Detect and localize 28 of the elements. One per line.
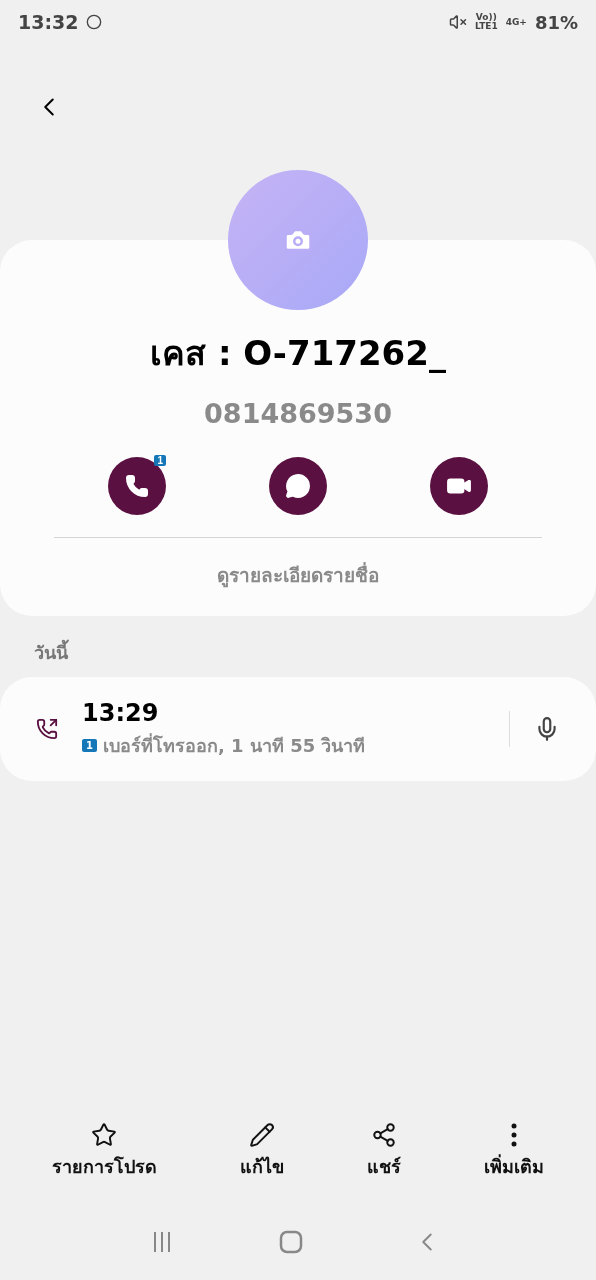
phone-number: 0814869530: [204, 398, 392, 429]
star-action[interactable]: รายการโปรด: [45, 1121, 163, 1182]
call-log-entry[interactable]: 13:29 1 เบอร์ที่โทรออก, 1 นาที 55 วินาที: [0, 677, 596, 781]
call-button[interactable]: 1: [108, 457, 166, 515]
mute-icon: [448, 13, 467, 31]
call-time: 13:29: [82, 698, 160, 727]
star-icon: [91, 1122, 118, 1148]
volte-label: Vo)) LTE1: [474, 13, 498, 31]
pencil-icon: [248, 1122, 275, 1148]
status-time: 13:32: [18, 11, 79, 33]
edit-action[interactable]: แก้ไข: [233, 1121, 290, 1182]
outgoing-call-icon: [36, 718, 58, 740]
share-action[interactable]: แชร์: [361, 1121, 408, 1182]
share-icon: [371, 1122, 398, 1148]
call-description: เบอร์ที่โทรออก, 1 นาที 55 วินาที: [102, 732, 366, 758]
sim-badge: 1: [154, 455, 166, 466]
contact-name: เคส : O-717262_: [150, 332, 446, 375]
more-action[interactable]: เพิ่มเติม: [478, 1121, 551, 1182]
message-button[interactable]: [269, 457, 327, 515]
more-icon: [511, 1123, 518, 1147]
network-label: 4G+: [505, 17, 527, 27]
sim-badge: 1: [82, 738, 97, 752]
battery-percent: 81%: [534, 11, 578, 33]
phone-icon: [125, 474, 149, 498]
home-icon[interactable]: [279, 1230, 303, 1254]
chat-bubble-icon: [285, 473, 311, 499]
recents-icon[interactable]: [154, 1232, 171, 1252]
video-call-button[interactable]: [430, 457, 488, 515]
